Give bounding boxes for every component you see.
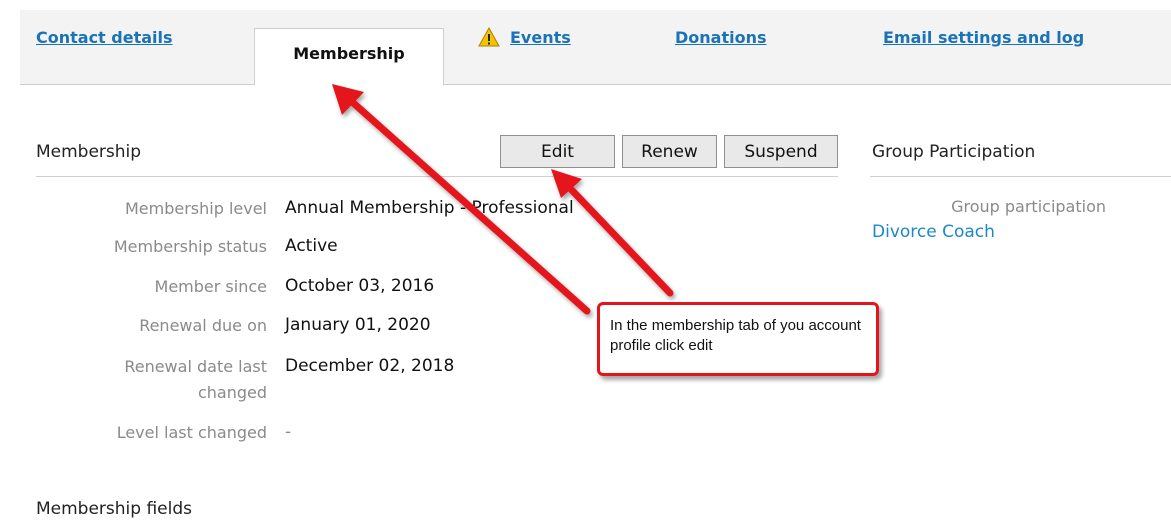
member-since-label: Member since: [154, 277, 267, 296]
tab-membership[interactable]: Membership: [254, 28, 444, 86]
renew-button[interactable]: Renew: [622, 135, 717, 168]
tab-events[interactable]: Events: [510, 28, 571, 47]
membership-fields-title: Membership fields: [36, 499, 193, 519]
group-participation-divider: [870, 176, 1171, 177]
membership-section-title: Membership: [36, 142, 142, 162]
tab-bar: [20, 10, 1171, 85]
tab-donations[interactable]: Donations: [675, 28, 767, 47]
group-participation-title: Group Participation: [872, 142, 1036, 162]
renewal-due-label: Renewal due on: [139, 316, 267, 335]
arrow-to-edit-button: [551, 169, 674, 297]
member-since-value: October 03, 2016: [285, 276, 435, 296]
renewal-due-value: January 01, 2020: [285, 315, 431, 335]
edit-button[interactable]: Edit: [500, 135, 615, 168]
tab-contact-details[interactable]: Contact details: [36, 28, 173, 47]
divorce-coach-link[interactable]: Divorce Coach: [872, 222, 995, 242]
instruction-callout: In the membership tab of you account pro…: [597, 302, 879, 376]
group-participation-label: Group participation: [951, 197, 1106, 216]
membership-status-label: Membership status: [113, 237, 267, 256]
membership-level-label: Membership level: [124, 199, 267, 218]
membership-level-value: Annual Membership - Professional: [285, 198, 574, 218]
level-last-changed-label: Level last changed: [116, 423, 267, 442]
tab-bar-divider: [20, 84, 1171, 85]
warning-icon: [478, 27, 500, 47]
membership-status-value: Active: [285, 236, 338, 256]
renewal-date-changed-label-line2: changed: [197, 383, 267, 402]
renewal-date-changed-label-line1: Renewal date last: [124, 357, 267, 376]
renewal-date-changed-value: December 02, 2018: [285, 356, 455, 376]
suspend-button[interactable]: Suspend: [724, 135, 838, 168]
callout-text: In the membership tab of you account pro…: [610, 317, 861, 354]
level-last-changed-value: -: [285, 422, 292, 442]
membership-divider: [36, 176, 838, 177]
tab-email-settings[interactable]: Email settings and log: [883, 28, 1084, 47]
